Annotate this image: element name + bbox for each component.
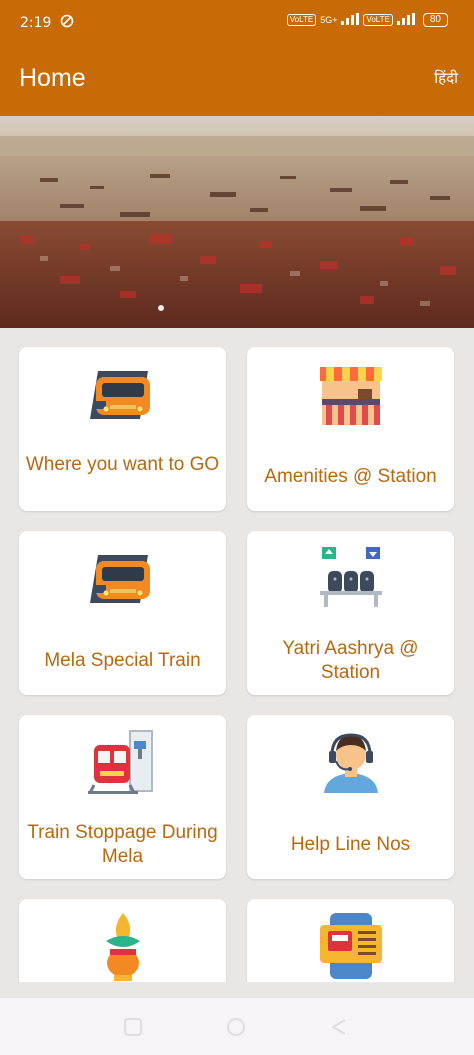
banner-photo xyxy=(0,116,474,328)
home-button[interactable] xyxy=(226,1017,246,1042)
tile-label: Help Line Nos xyxy=(290,834,411,855)
food-stall-icon xyxy=(318,361,384,432)
network-type: 5G+ xyxy=(320,15,338,25)
tile-ticket-machine[interactable] xyxy=(247,899,454,982)
signal-icon-2 xyxy=(396,13,415,27)
ticket-machine-icon xyxy=(316,911,386,982)
tile-help-line-nos[interactable]: Help Line Nos xyxy=(247,715,454,879)
page-title: Home xyxy=(19,64,86,92)
signal-icon xyxy=(341,13,360,27)
tile-amenities-at-station[interactable]: Amenities @ Station xyxy=(247,347,454,511)
recents-button[interactable] xyxy=(124,1018,142,1041)
tile-label: Where you want to GO xyxy=(25,454,220,475)
do-not-disturb-icon xyxy=(60,14,74,31)
train-icon xyxy=(89,545,156,616)
tile-label: Amenities @ Station xyxy=(264,466,437,487)
status-bar: 2:19 VoLTE 5G+ VoLTE 80 xyxy=(0,0,474,46)
volte-badge-2: VoLTE xyxy=(363,14,393,26)
tile-kalash[interactable] xyxy=(19,899,226,982)
tile-train-stoppage-during-mela[interactable]: Train Stoppage During Mela xyxy=(19,715,226,879)
tile-label: Train Stoppage During Mela xyxy=(27,822,218,867)
tile-where-you-want-to-go[interactable]: Where you want to GO xyxy=(19,347,226,511)
train-icon xyxy=(89,361,156,432)
volte-badge: VoLTE xyxy=(286,14,317,26)
kalash-icon xyxy=(98,911,148,982)
tile-mela-special-train[interactable]: Mela Special Train xyxy=(19,531,226,695)
waiting-seats-icon xyxy=(316,543,386,618)
language-toggle[interactable]: हिंदी xyxy=(434,68,458,88)
helpline-agent-icon xyxy=(316,727,386,802)
carousel-dots xyxy=(158,305,164,311)
app-bar: 2:19 VoLTE 5G+ VoLTE 80 Home हिंदी xyxy=(0,0,474,116)
status-icons: VoLTE 5G+ VoLTE 80 xyxy=(286,13,448,27)
tile-grid: Where you want to GO Amenities @ Station xyxy=(0,328,474,982)
train-platform-icon xyxy=(87,727,158,802)
tile-label: Yatri Aashrya @ Station xyxy=(282,638,419,683)
system-navigation-bar xyxy=(0,998,474,1055)
battery-icon: 80 xyxy=(422,13,448,27)
tile-yatri-aashrya-at-station[interactable]: Yatri Aashrya @ Station xyxy=(247,531,454,695)
back-button[interactable] xyxy=(330,1018,348,1041)
banner-image[interactable] xyxy=(0,116,474,328)
status-time: 2:19 xyxy=(20,15,52,31)
tile-label: Mela Special Train xyxy=(44,650,201,671)
